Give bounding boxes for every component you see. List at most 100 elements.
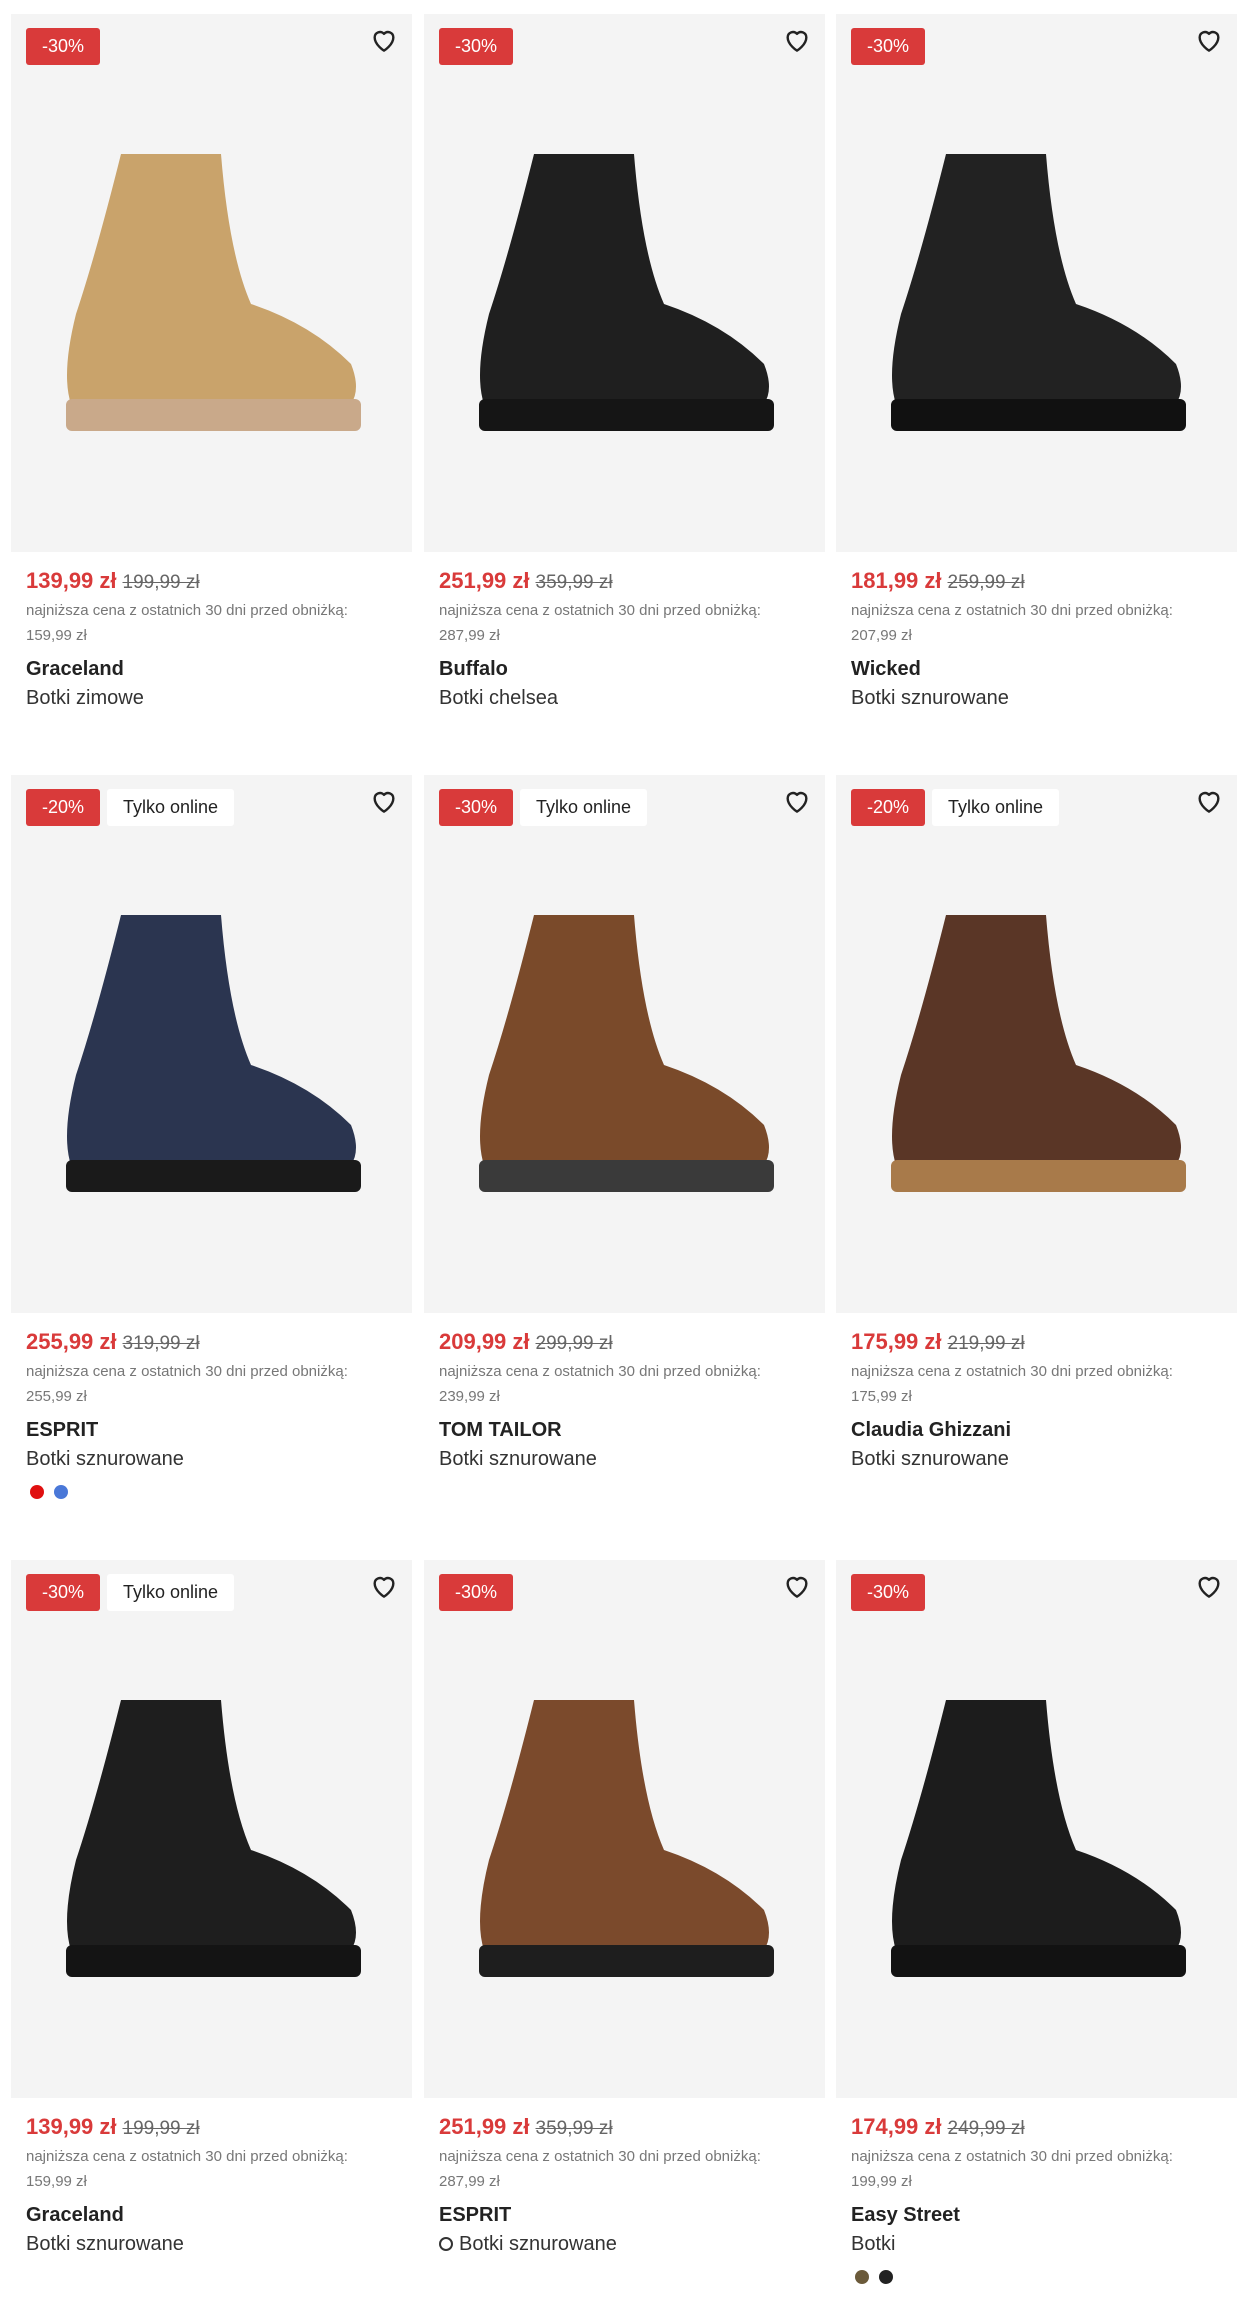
lowest-price-label: najniższa cena z ostatnich 30 dni przed … — [26, 602, 348, 619]
product-type: Botki sznurowane — [439, 1448, 810, 1471]
discount-badge: -30% — [26, 1574, 101, 1611]
lowest-price-note: najniższa cena z ostatnich 30 dni przed … — [439, 1359, 810, 1409]
boot-image — [66, 154, 361, 431]
product-type-label: Botki sznurowane — [851, 687, 1009, 709]
color-swatches — [851, 2270, 1222, 2289]
lowest-price-note: najniższa cena z ostatnich 30 dni przed … — [439, 598, 810, 648]
sale-price: 139,99 zł — [26, 568, 117, 593]
product-card[interactable]: -20% Tylko online 175,99 zł 219,99 zł naj… — [836, 775, 1237, 1471]
boot-image — [479, 154, 774, 431]
product-image[interactable]: -20% Tylko online — [836, 775, 1237, 1313]
original-price: 299,99 zł — [535, 1333, 613, 1354]
boot-image — [479, 1700, 774, 1977]
lowest-price-value: 287,99 zł — [439, 627, 500, 644]
heart-icon[interactable] — [1193, 785, 1225, 817]
product-type-label: Botki sznurowane — [439, 1448, 597, 1470]
original-price: 359,99 zł — [535, 572, 613, 593]
eco-icon — [439, 2237, 453, 2251]
product-type: Botki zimowe — [26, 687, 397, 710]
heart-icon[interactable] — [781, 1570, 813, 1602]
sale-price: 251,99 zł — [439, 568, 530, 593]
product-type-label: Botki sznurowane — [851, 1448, 1009, 1470]
product-card[interactable]: -20% Tylko online 255,99 zł 319,99 zł naj… — [11, 775, 412, 1504]
heart-icon[interactable] — [781, 24, 813, 56]
product-image[interactable]: -30% — [424, 1560, 825, 2098]
online-only-badge: Tylko online — [107, 789, 235, 826]
product-brand[interactable]: Graceland — [26, 2204, 397, 2227]
lowest-price-value: 159,99 zł — [26, 627, 87, 644]
original-price: 199,99 zł — [122, 572, 200, 593]
heart-icon[interactable] — [368, 1570, 400, 1602]
sale-price: 181,99 zł — [851, 568, 942, 593]
product-brand[interactable]: Graceland — [26, 658, 397, 681]
sale-price: 209,99 zł — [439, 1329, 530, 1354]
sale-price: 139,99 zł — [26, 2114, 117, 2139]
product-image[interactable]: -30% Tylko online — [424, 775, 825, 1313]
original-price: 249,99 zł — [947, 2118, 1025, 2139]
discount-badge: -20% — [26, 789, 101, 826]
product-brand[interactable]: Buffalo — [439, 658, 810, 681]
product-brand[interactable]: Claudia Ghizzani — [851, 1419, 1222, 1442]
lowest-price-note: najniższa cena z ostatnich 30 dni przed … — [26, 2144, 397, 2194]
product-card[interactable]: -30% 139,99 zł 199,99 zł najniższa cena z… — [11, 14, 412, 710]
product-card[interactable]: -30% Tylko online 209,99 zł 299,99 zł naj… — [424, 775, 825, 1471]
lowest-price-label: najniższa cena z ostatnich 30 dni przed … — [26, 1363, 348, 1380]
product-image[interactable]: -30% — [11, 14, 412, 552]
original-price: 199,99 zł — [122, 2118, 200, 2139]
color-swatch[interactable] — [30, 1485, 44, 1499]
sale-price: 251,99 zł — [439, 2114, 530, 2139]
lowest-price-label: najniższa cena z ostatnich 30 dni przed … — [439, 1363, 761, 1380]
color-swatch[interactable] — [879, 2270, 893, 2284]
boot-image — [479, 915, 774, 1192]
product-brand[interactable]: ESPRIT — [26, 1419, 397, 1442]
product-brand[interactable]: Easy Street — [851, 2204, 1222, 2227]
product-brand[interactable]: TOM TAILOR — [439, 1419, 810, 1442]
heart-icon[interactable] — [781, 785, 813, 817]
heart-icon[interactable] — [368, 24, 400, 56]
lowest-price-note: najniższa cena z ostatnich 30 dni przed … — [851, 598, 1222, 648]
color-swatch[interactable] — [54, 1485, 68, 1499]
product-image[interactable]: -20% Tylko online — [11, 775, 412, 1313]
lowest-price-value: 287,99 zł — [439, 2173, 500, 2190]
product-card[interactable]: -30% 251,99 zł 359,99 zł najniższa cena z… — [424, 1560, 825, 2256]
discount-badge: -30% — [26, 28, 101, 65]
discount-badge: -20% — [851, 789, 926, 826]
original-price: 359,99 zł — [535, 2118, 613, 2139]
product-card[interactable]: -30% 251,99 zł 359,99 zł najniższa cena z… — [424, 14, 825, 710]
lowest-price-note: najniższa cena z ostatnich 30 dni przed … — [851, 1359, 1222, 1409]
lowest-price-note: najniższa cena z ostatnich 30 dni przed … — [26, 598, 397, 648]
product-card[interactable]: -30% 174,99 zł 249,99 zł najniższa cena z… — [836, 1560, 1237, 2289]
lowest-price-note: najniższa cena z ostatnich 30 dni przed … — [439, 2144, 810, 2194]
lowest-price-value: 175,99 zł — [851, 1388, 912, 1405]
heart-icon[interactable] — [368, 785, 400, 817]
heart-icon[interactable] — [1193, 24, 1225, 56]
product-image[interactable]: -30% Tylko online — [11, 1560, 412, 2098]
original-price: 259,99 zł — [947, 572, 1025, 593]
discount-badge: -30% — [851, 28, 926, 65]
product-image[interactable]: -30% — [836, 14, 1237, 552]
product-type: Botki sznurowane — [26, 1448, 397, 1471]
lowest-price-value: 159,99 zł — [26, 2173, 87, 2190]
online-only-badge: Tylko online — [932, 789, 1060, 826]
discount-badge: -30% — [439, 789, 514, 826]
lowest-price-value: 255,99 zł — [26, 1388, 87, 1405]
lowest-price-value: 239,99 zł — [439, 1388, 500, 1405]
online-only-badge: Tylko online — [520, 789, 648, 826]
product-card[interactable]: -30% Tylko online 139,99 zł 199,99 zł naj… — [11, 1560, 412, 2256]
lowest-price-label: najniższa cena z ostatnich 30 dni przed … — [851, 602, 1173, 619]
boot-image — [891, 1700, 1186, 1977]
original-price: 219,99 zł — [947, 1333, 1025, 1354]
boot-image — [891, 154, 1186, 431]
product-grid: -30% 139,99 zł 199,99 zł najniższa cena z… — [0, 0, 1250, 2324]
product-type: Botki sznurowane — [26, 2233, 397, 2256]
product-image[interactable]: -30% — [836, 1560, 1237, 2098]
product-brand[interactable]: ESPRIT — [439, 2204, 810, 2227]
lowest-price-value: 199,99 zł — [851, 2173, 912, 2190]
product-image[interactable]: -30% — [424, 14, 825, 552]
lowest-price-label: najniższa cena z ostatnich 30 dni przed … — [851, 2148, 1173, 2165]
product-card[interactable]: -30% 181,99 zł 259,99 zł najniższa cena z… — [836, 14, 1237, 710]
product-brand[interactable]: Wicked — [851, 658, 1222, 681]
heart-icon[interactable] — [1193, 1570, 1225, 1602]
product-type-label: Botki chelsea — [439, 687, 558, 709]
color-swatch[interactable] — [855, 2270, 869, 2284]
